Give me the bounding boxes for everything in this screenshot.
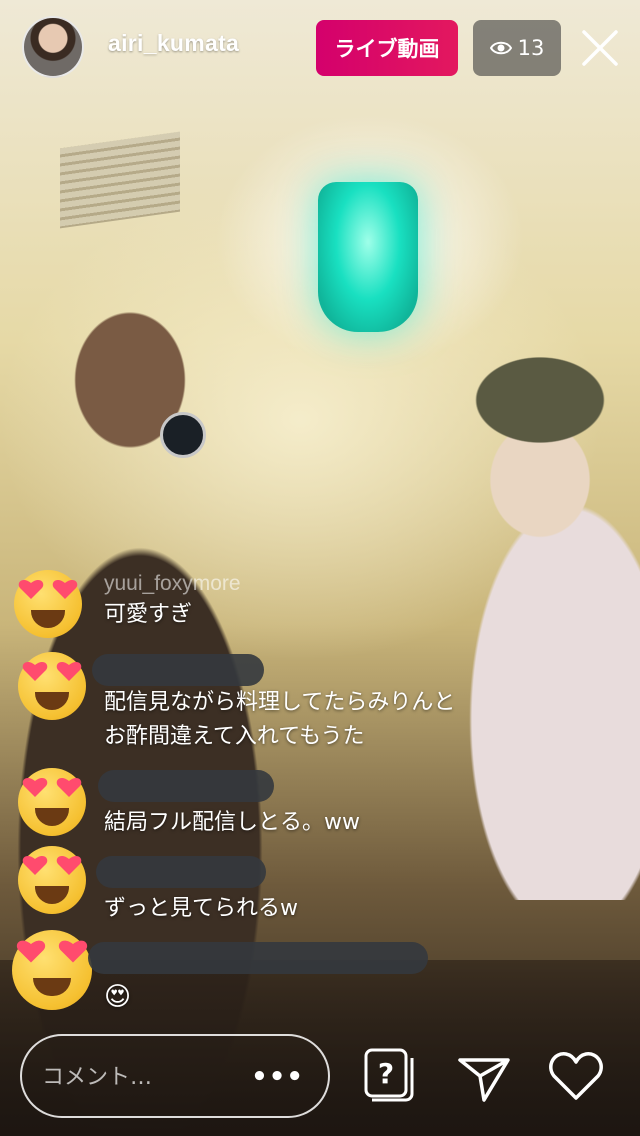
close-icon[interactable]: [578, 26, 622, 70]
comment-text: ずっと見てられるw: [104, 896, 298, 921]
eye-icon: [489, 41, 512, 55]
heart-eyes-emoji: [18, 652, 86, 720]
ceiling-vent: [60, 131, 180, 229]
viewer-count-badge[interactable]: 13: [473, 20, 561, 76]
heart-eyes-emoji: [18, 846, 86, 914]
comment-text: 結局フル配信しとる。ww: [104, 810, 360, 835]
comment-emoji: 😍: [104, 982, 132, 1012]
heart-icon[interactable]: [546, 1046, 606, 1106]
comment-text-line2: お酢間違えて入れてもうた: [104, 724, 365, 749]
comment-text: 可愛すぎ: [104, 602, 193, 627]
heart-eyes-emoji: [18, 768, 86, 836]
redacted-username: [88, 942, 428, 974]
redacted-username: [92, 654, 264, 686]
send-icon[interactable]: [454, 1046, 514, 1106]
avatar[interactable]: [22, 16, 84, 78]
username[interactable]: airi_kumata: [108, 30, 239, 57]
comment-input[interactable]: [40, 1056, 264, 1098]
friend-figure: [420, 340, 640, 900]
comment-text: 配信見ながら料理してたらみりんと: [104, 690, 456, 715]
question-card-icon[interactable]: ?: [360, 1046, 420, 1106]
live-badge-label: ライブ動画: [334, 37, 440, 61]
redacted-username: [96, 856, 266, 888]
microphone: [160, 412, 206, 458]
redacted-username: [98, 770, 274, 802]
heart-eyes-emoji: [12, 930, 92, 1010]
svg-text:?: ?: [378, 1057, 394, 1090]
green-lamp: [318, 182, 418, 332]
more-options-button[interactable]: •••: [251, 1062, 304, 1092]
comment-composer[interactable]: •••: [20, 1034, 330, 1118]
viewer-count: 13: [517, 36, 545, 60]
heart-eyes-emoji: [14, 570, 82, 638]
live-badge: ライブ動画: [316, 20, 458, 76]
comment-username[interactable]: yuui_foxymore: [104, 572, 241, 596]
